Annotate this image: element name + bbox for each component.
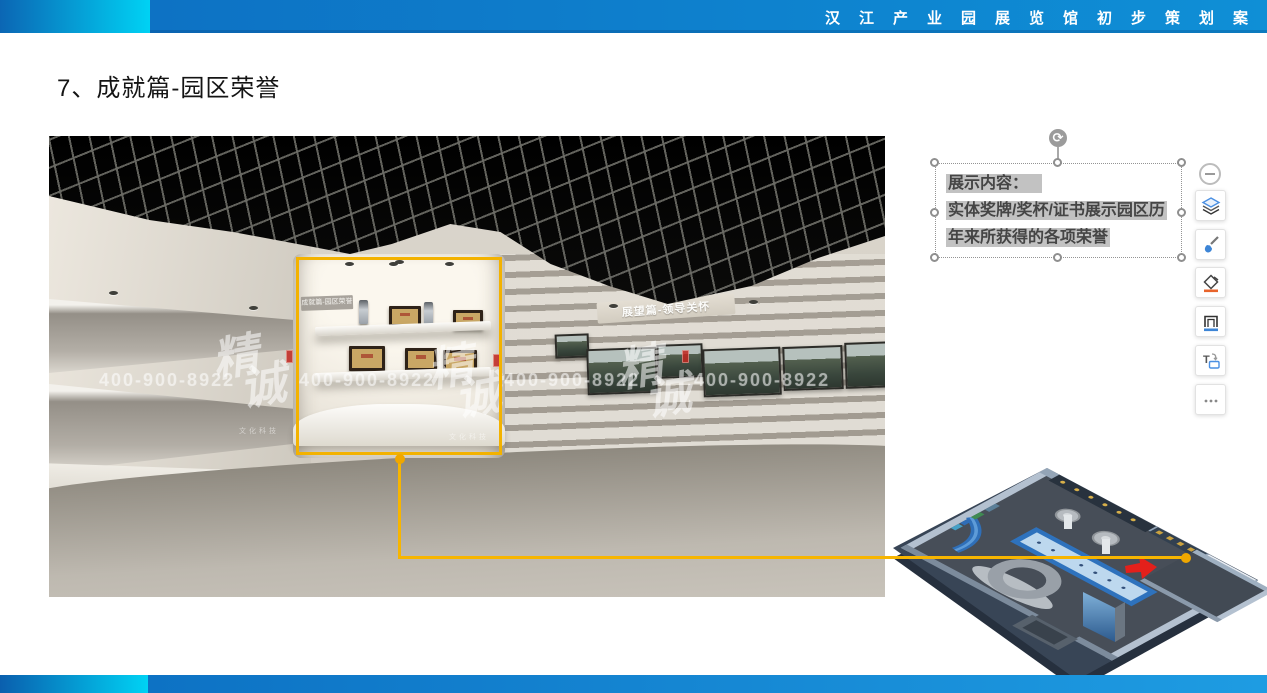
soffit-light bbox=[749, 300, 758, 304]
selection-handle-n[interactable] bbox=[1053, 158, 1062, 167]
text-convert-button[interactable]: T bbox=[1195, 345, 1226, 376]
outline-color-button[interactable] bbox=[1195, 306, 1226, 337]
outline-color-icon bbox=[1201, 312, 1221, 332]
selection-handle-ne[interactable] bbox=[1177, 158, 1186, 167]
annotation-line: 展示内容： bbox=[936, 164, 1181, 197]
watermark-logo-char: 诚 bbox=[237, 363, 289, 409]
floorplan-svg bbox=[893, 452, 1267, 684]
deck-title: 汉江产业园展览馆初步策划案 bbox=[825, 7, 1267, 28]
more-options-button[interactable] bbox=[1195, 384, 1226, 415]
bottom-brand-bar bbox=[0, 675, 1267, 693]
wall-photo bbox=[555, 333, 590, 358]
annotation-text: 展示内容： bbox=[946, 174, 1042, 193]
brush-button[interactable] bbox=[1195, 229, 1226, 260]
brush-icon bbox=[1201, 235, 1221, 255]
watermark-logo: 精 诚 bbox=[209, 331, 289, 414]
bottom-bar-gradient-left bbox=[0, 675, 148, 693]
watermark-logo-char: 诚 bbox=[642, 373, 694, 419]
selection-handle-w[interactable] bbox=[930, 208, 939, 217]
bottom-bar-gradient-right bbox=[148, 675, 1267, 693]
annotation-line: 实体奖牌/奖杯/证书展示园区历 bbox=[936, 197, 1181, 224]
connector-line-vertical bbox=[398, 459, 401, 559]
fill-color-icon bbox=[1201, 273, 1221, 293]
selection-handle-e[interactable] bbox=[1177, 208, 1186, 217]
top-bar-gradient-left bbox=[0, 0, 150, 33]
layers-button[interactable] bbox=[1195, 190, 1226, 221]
annotation-textbox[interactable]: 展示内容： 实体奖牌/奖杯/证书展示园区历 年来所获得的各项荣誉 bbox=[935, 163, 1182, 258]
selection-handle-nw[interactable] bbox=[930, 158, 939, 167]
annotation-line: 年来所获得的各项荣誉 bbox=[936, 224, 1181, 251]
wall-photo bbox=[844, 341, 885, 389]
layers-icon bbox=[1201, 196, 1221, 216]
floorplan-image[interactable] bbox=[893, 452, 1267, 684]
rotate-handle-icon[interactable]: ⟳ bbox=[1049, 129, 1067, 147]
top-brand-bar: 汉江产业园展览馆初步策划案 bbox=[0, 0, 1267, 33]
watermark-phone: 400-900-8922 bbox=[694, 370, 830, 391]
annotation-text: 实体奖牌/奖杯/证书展示园区历 bbox=[946, 201, 1167, 220]
selection-handle-sw[interactable] bbox=[930, 253, 939, 262]
connector-line-horizontal bbox=[398, 556, 1187, 559]
presentation-slide: 汉江产业园展览馆初步策划案 7、成就篇-园区荣誉 展望篇-领导关怀 成就篇-园区… bbox=[0, 0, 1267, 693]
text-convert-icon: T bbox=[1201, 351, 1221, 371]
selection-handle-s[interactable] bbox=[1053, 253, 1062, 262]
watermark-subtext: 文化科技 bbox=[239, 426, 279, 436]
soffit-light bbox=[609, 304, 618, 308]
highlight-rectangle[interactable] bbox=[296, 257, 502, 455]
watermark-seal bbox=[682, 350, 689, 363]
watermark-seal bbox=[286, 350, 293, 363]
selection-handle-se[interactable] bbox=[1177, 253, 1186, 262]
more-icon bbox=[1201, 390, 1221, 410]
soffit-light bbox=[249, 306, 258, 310]
fill-color-button[interactable] bbox=[1195, 267, 1226, 298]
toolbar-collapse-button[interactable] bbox=[1199, 163, 1221, 185]
connector-dot[interactable] bbox=[1181, 553, 1191, 563]
soffit-light bbox=[109, 291, 118, 295]
connector-dot[interactable] bbox=[395, 454, 405, 464]
page-title[interactable]: 7、成就篇-园区荣誉 bbox=[57, 68, 280, 103]
annotation-text: 年来所获得的各项荣誉 bbox=[946, 228, 1110, 247]
